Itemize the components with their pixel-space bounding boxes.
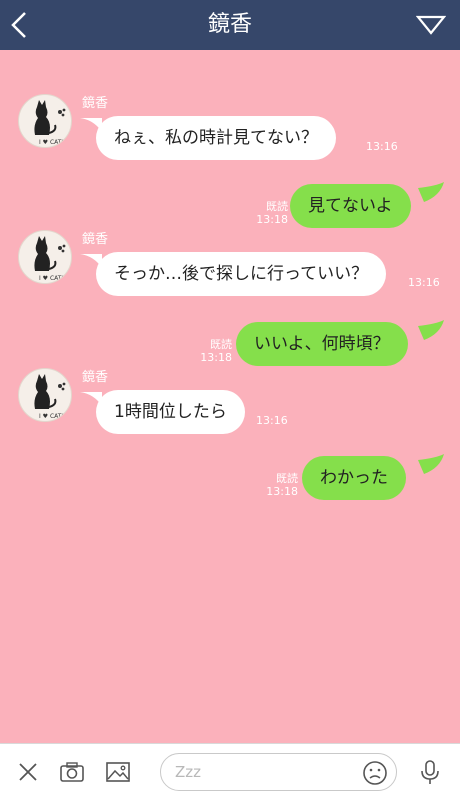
message-input-wrapper (160, 753, 397, 791)
cat-avatar-icon: I ♥ CATS (34, 236, 65, 282)
message-time: 13:18 (256, 213, 288, 226)
avatar[interactable]: I ♥ CATS (18, 230, 72, 284)
read-receipt: 既読 (266, 200, 288, 213)
message-time: 13:18 (200, 351, 232, 364)
chat-title: 鏡香 (207, 12, 252, 37)
message-time: 13:18 (266, 485, 298, 498)
bubble-tail (418, 320, 444, 340)
message-bubble[interactable]: ねぇ、私の時計見てない？ (96, 116, 336, 160)
message-input[interactable] (175, 760, 355, 784)
avatar-caption: I ♥ CATS (39, 139, 65, 146)
image-icon[interactable] (104, 758, 132, 786)
message-row: 既読 13:18 見てないよ (0, 182, 460, 232)
message-row: I ♥ CATS 鏡香 ねぇ、私の時計見てない？ 13:16 (0, 92, 460, 172)
message-bubble[interactable]: 1時間位したら (96, 390, 245, 434)
bubble-tail (418, 454, 444, 474)
sender-name: 鏡香 (82, 232, 109, 247)
camera-icon[interactable] (58, 758, 86, 786)
avatar-caption: I ♥ CATS (39, 413, 65, 420)
message-time: 13:16 (256, 414, 288, 427)
menu-triangle-icon[interactable] (416, 14, 446, 36)
emoji-icon[interactable] (362, 760, 388, 786)
sender-name: 鏡香 (82, 96, 109, 111)
avatar[interactable]: I ♥ CATS (18, 94, 72, 148)
cat-avatar-icon: I ♥ CATS (34, 100, 65, 146)
message-time: 13:16 (408, 276, 440, 289)
message-meta: 既読 13:18 (258, 472, 298, 498)
read-receipt: 既読 (276, 472, 298, 485)
close-icon[interactable] (14, 758, 42, 786)
message-meta: 既読 13:18 (248, 200, 288, 226)
composer-bar (0, 743, 460, 800)
message-bubble[interactable]: 見てないよ (290, 184, 411, 228)
avatar[interactable]: I ♥ CATS (18, 368, 72, 422)
message-bubble[interactable]: わかった (302, 456, 406, 500)
chat-header: 鏡香 (0, 0, 460, 50)
message-meta: 既読 13:18 (192, 338, 232, 364)
cat-avatar-icon: I ♥ CATS (34, 374, 65, 420)
message-row: I ♥ CATS 鏡香 1時間位したら 13:16 (0, 366, 460, 446)
message-row: 既読 13:18 わかった (0, 454, 460, 504)
message-row: 既読 13:18 いいよ、何時頃？ (0, 320, 460, 370)
bubble-tail (418, 182, 444, 202)
microphone-icon[interactable] (416, 758, 444, 786)
message-bubble[interactable]: いいよ、何時頃？ (236, 322, 408, 366)
avatar-caption: I ♥ CATS (39, 275, 65, 282)
chat-area: I ♥ CATS 鏡香 ねぇ、私の時計見てない？ 13:16 既読 13:18 … (0, 50, 460, 743)
message-bubble[interactable]: そっか…後で探しに行っていい？ (96, 252, 387, 296)
message-row: I ♥ CATS 鏡香 そっか…後で探しに行っていい？ 13:16 (0, 228, 460, 308)
message-time: 13:16 (366, 140, 398, 153)
read-receipt: 既読 (210, 338, 232, 351)
sender-name: 鏡香 (82, 370, 109, 385)
